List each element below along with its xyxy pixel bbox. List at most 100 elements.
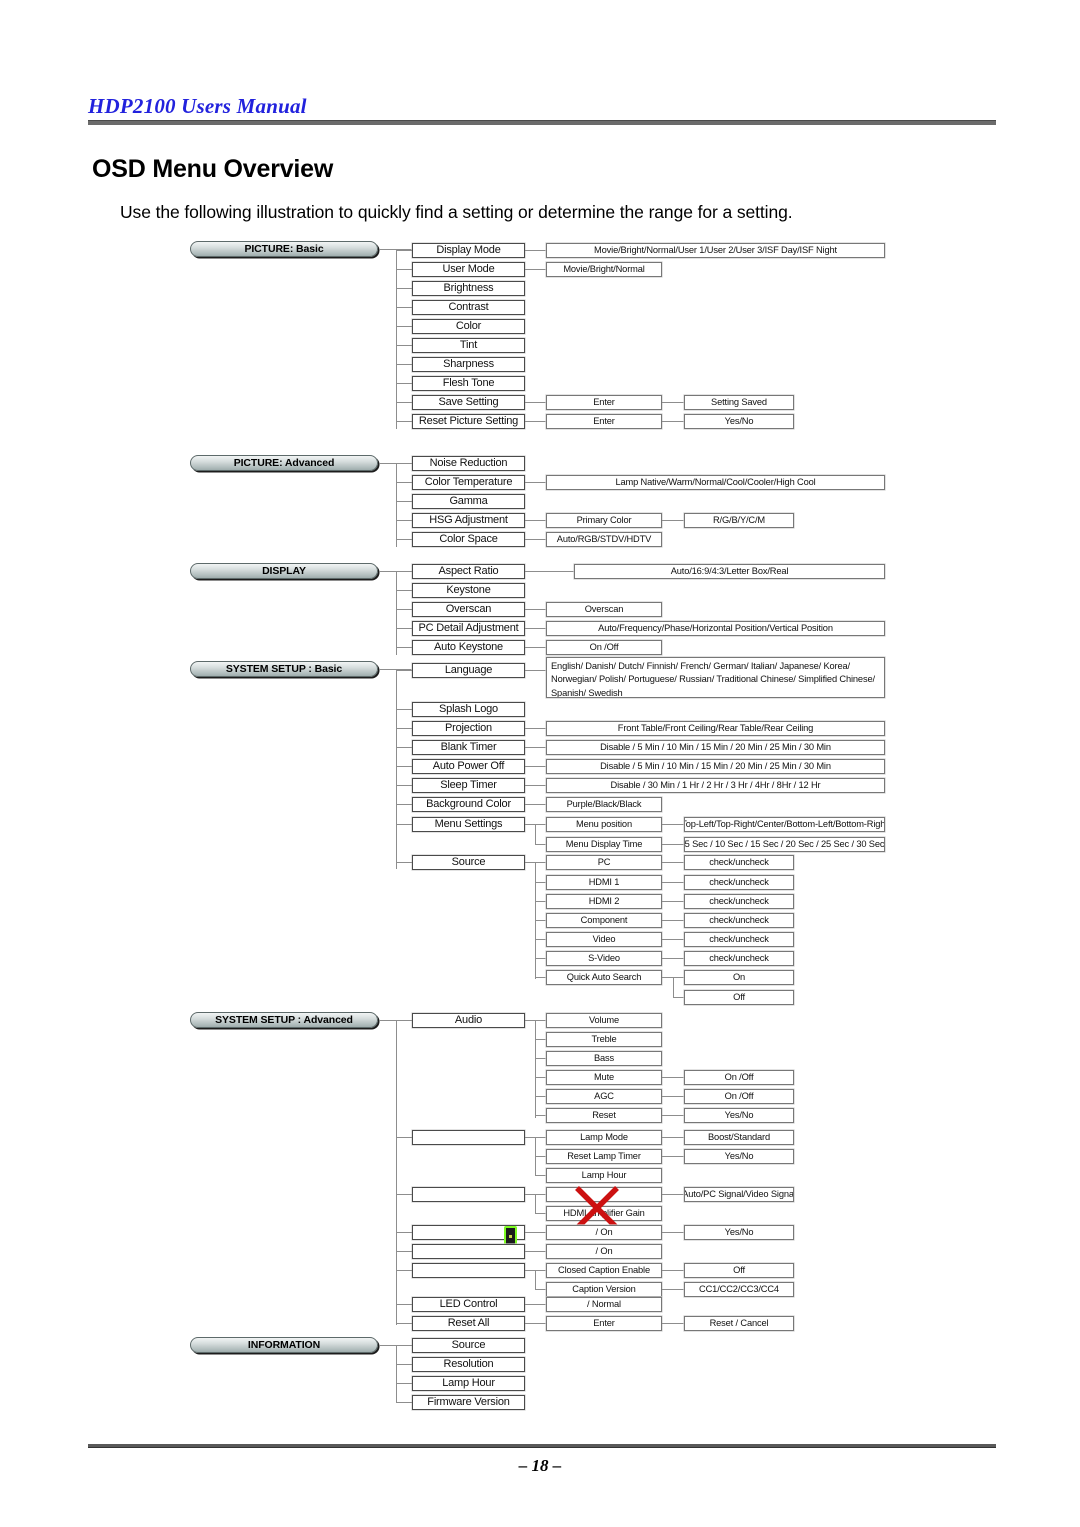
node-overscan[interactable]: Overscan — [412, 602, 525, 617]
connector — [525, 728, 546, 729]
connector — [396, 1251, 412, 1252]
connector — [396, 482, 412, 483]
green-selection-chip-icon — [504, 1226, 517, 1246]
connector — [396, 647, 412, 648]
connector — [396, 383, 412, 384]
node-sleep-timer[interactable]: Sleep Timer — [412, 778, 525, 793]
node-tint[interactable]: Tint — [412, 338, 525, 353]
connector — [396, 463, 397, 547]
node-brightness[interactable]: Brightness — [412, 281, 525, 296]
node-lamp-mode-values: Boost/Standard — [684, 1130, 794, 1145]
node-blank-timer[interactable]: Blank Timer — [412, 740, 525, 755]
node-save-setting[interactable]: Save Setting — [412, 395, 525, 410]
node-mute-values: On /Off — [684, 1070, 794, 1085]
section-header-system-setup-basic[interactable]: SYSTEM SETUP : Basic — [190, 661, 378, 677]
node-sleep-timer-values: Disable / 30 Min / 1 Hr / 2 Hr / 3 Hr / … — [546, 778, 885, 793]
node-source-svideo-check: check/uncheck — [684, 951, 794, 966]
connector — [535, 844, 546, 845]
node-auto-keystone[interactable]: Auto Keystone — [412, 640, 525, 655]
node-quick-auto-search: Quick Auto Search — [546, 970, 662, 985]
node-noise-reduction[interactable]: Noise Reduction — [412, 456, 525, 471]
section-header-picture-advanced[interactable]: PICTURE: Advanced — [190, 455, 378, 471]
connector — [396, 345, 412, 346]
node-projection-values: Front Table/Front Ceiling/Rear Table/Rea… — [546, 721, 885, 736]
node-pc-detail-adjustment[interactable]: PC Detail Adjustment — [412, 621, 525, 636]
node-on-b: / On — [546, 1244, 662, 1259]
node-source-component: Component — [546, 913, 662, 928]
node-source[interactable]: Source — [412, 855, 525, 870]
node-on-b-parent-blank[interactable] — [412, 1244, 525, 1259]
node-hdmi-settings-blank[interactable] — [412, 1187, 525, 1202]
connector — [396, 520, 412, 521]
connector — [525, 1232, 546, 1233]
node-splash-logo[interactable]: Splash Logo — [412, 702, 525, 717]
node-reset-all[interactable]: Reset All — [412, 1316, 525, 1331]
node-lamp-settings-blank[interactable] — [412, 1130, 525, 1145]
node-source-pc: PC — [546, 855, 662, 870]
node-auto-keystone-values: On /Off — [546, 640, 662, 655]
connector — [525, 482, 546, 483]
node-auto-power-off[interactable]: Auto Power Off — [412, 759, 525, 774]
connector — [525, 520, 546, 521]
node-info-lamp-hour[interactable]: Lamp Hour — [412, 1376, 525, 1391]
node-display-mode[interactable]: Display Mode — [412, 243, 525, 258]
osd-menu-tree-diagram: PICTURE: Basic Display Mode Movie/Bright… — [0, 0, 1080, 1527]
node-bass: Bass — [546, 1051, 662, 1066]
connector — [396, 1270, 412, 1271]
node-source-hdmi2: HDMI 2 — [546, 894, 662, 909]
connector — [525, 647, 546, 648]
node-color[interactable]: Color — [412, 319, 525, 334]
connector — [396, 1345, 397, 1403]
node-on-a: / On — [546, 1225, 662, 1240]
node-reset-all-values: Reset / Cancel — [684, 1316, 794, 1331]
node-aspect-ratio-values: Auto/16:9/4:3/Letter Box/Real — [574, 564, 885, 579]
node-flesh-tone[interactable]: Flesh Tone — [412, 376, 525, 391]
node-reset-lamp-timer: Reset Lamp Timer — [546, 1149, 662, 1164]
node-projection[interactable]: Projection — [412, 721, 525, 736]
node-color-temperature[interactable]: Color Temperature — [412, 475, 525, 490]
section-header-information[interactable]: INFORMATION — [190, 1337, 378, 1353]
node-background-color[interactable]: Background Color — [412, 797, 525, 812]
section-header-display[interactable]: DISPLAY — [190, 563, 378, 579]
connector — [396, 269, 412, 270]
node-hdmi-format-values: Auto/PC Signal/Video Signal — [684, 1187, 794, 1202]
connector — [535, 958, 546, 959]
node-info-resolution[interactable]: Resolution — [412, 1357, 525, 1372]
node-contrast[interactable]: Contrast — [412, 300, 525, 315]
node-mute: Mute — [546, 1070, 662, 1085]
node-user-mode[interactable]: User Mode — [412, 262, 525, 277]
connector — [535, 977, 546, 978]
connector — [662, 402, 684, 403]
node-reset-picture-setting[interactable]: Reset Picture Setting — [412, 414, 525, 429]
connector — [662, 1077, 684, 1078]
node-info-firmware-version[interactable]: Firmware Version — [412, 1395, 525, 1410]
connector — [535, 1270, 536, 1290]
node-color-space[interactable]: Color Space — [412, 532, 525, 547]
node-keystone[interactable]: Keystone — [412, 583, 525, 598]
connector — [662, 1156, 684, 1157]
connector — [662, 958, 684, 959]
section-header-system-setup-advanced[interactable]: SYSTEM SETUP : Advanced — [190, 1012, 378, 1028]
node-sharpness[interactable]: Sharpness — [412, 357, 525, 372]
section-header-picture-basic[interactable]: PICTURE: Basic — [190, 241, 378, 257]
connector — [525, 804, 546, 805]
connector — [535, 1096, 546, 1097]
node-hsg-adjustment[interactable]: HSG Adjustment — [412, 513, 525, 528]
connector — [525, 421, 546, 422]
node-info-source[interactable]: Source — [412, 1338, 525, 1353]
connector — [525, 785, 546, 786]
node-closed-caption-parent-blank[interactable] — [412, 1263, 525, 1278]
node-aspect-ratio[interactable]: Aspect Ratio — [412, 564, 525, 579]
connector — [525, 766, 546, 767]
node-audio[interactable]: Audio — [412, 1013, 525, 1028]
connector — [396, 1402, 412, 1403]
node-gamma[interactable]: Gamma — [412, 494, 525, 509]
connector — [396, 1137, 412, 1138]
node-language-values: English/ Danish/ Dutch/ Finnish/ French/… — [546, 657, 885, 698]
connector — [396, 669, 397, 869]
node-menu-settings[interactable]: Menu Settings — [412, 817, 525, 832]
connector — [396, 709, 412, 710]
node-language[interactable]: Language — [412, 663, 525, 678]
node-led-control[interactable]: LED Control — [412, 1297, 525, 1312]
connector — [396, 804, 412, 805]
